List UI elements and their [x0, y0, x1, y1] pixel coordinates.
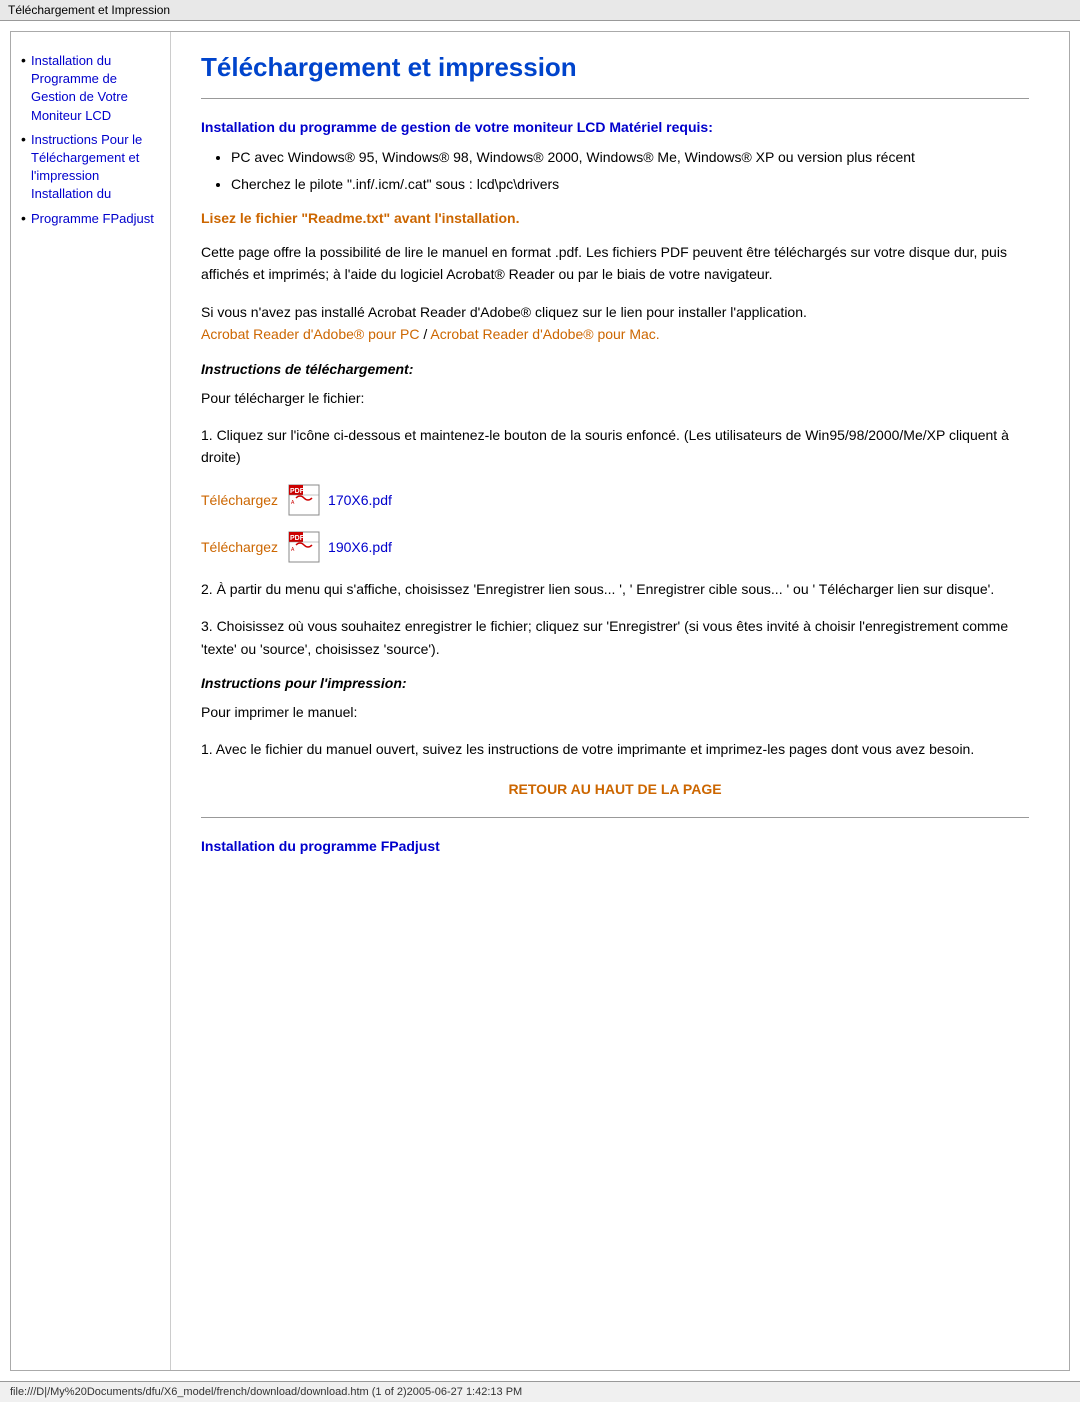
- download2-filename[interactable]: 190X6.pdf: [328, 539, 392, 555]
- print-step1: 1. Avec le fichier du manuel ouvert, sui…: [201, 738, 1029, 760]
- main-wrapper: Installation du Programme de Gestion de …: [10, 31, 1070, 1371]
- main-content: Téléchargement et impression Installatio…: [171, 32, 1069, 1370]
- body-paragraph-2: Si vous n'avez pas installé Acrobat Read…: [201, 301, 1029, 346]
- pdf-icon-1: PDF A: [288, 484, 320, 516]
- download-instructions-heading: Instructions de téléchargement:: [201, 361, 1029, 377]
- divider-top: [201, 98, 1029, 99]
- requirement-item-2: Cherchez le pilote ".inf/.icm/.cat" sous…: [231, 174, 1029, 195]
- print-instructions-heading: Instructions pour l'impression:: [201, 675, 1029, 691]
- download-row-1: Téléchargez PDF A 170X6.pdf: [201, 484, 1029, 516]
- svg-text:PDF: PDF: [290, 535, 305, 542]
- requirement-item-1: PC avec Windows® 95, Windows® 98, Window…: [231, 147, 1029, 168]
- bottom-section-heading: Installation du programme FPadjust: [201, 838, 1029, 854]
- sidebar-link-instructions[interactable]: Instructions Pour le Téléchargement et l…: [31, 132, 142, 202]
- retour-link[interactable]: RETOUR AU HAUT DE LA PAGE: [508, 781, 721, 797]
- sidebar-link-install[interactable]: Installation du Programme de Gestion de …: [31, 53, 128, 123]
- download2-label[interactable]: Téléchargez: [201, 539, 278, 555]
- body-paragraph-1: Cette page offre la possibilité de lire …: [201, 241, 1029, 286]
- download-intro: Pour télécharger le fichier:: [201, 387, 1029, 409]
- requirements-list: PC avec Windows® 95, Windows® 98, Window…: [231, 147, 1029, 195]
- download1-filename[interactable]: 170X6.pdf: [328, 492, 392, 508]
- divider-bottom: [201, 817, 1029, 818]
- section1-heading: Installation du programme de gestion de …: [201, 119, 1029, 135]
- sidebar-item-2: Instructions Pour le Téléchargement et l…: [21, 131, 160, 204]
- retour-section: RETOUR AU HAUT DE LA PAGE: [201, 781, 1029, 797]
- svg-text:PDF: PDF: [290, 488, 305, 495]
- title-bar-text: Téléchargement et Impression: [8, 3, 170, 17]
- link-acrobat-pc[interactable]: Acrobat Reader d'Adobe® pour PC: [201, 326, 419, 342]
- footer-text: file:///D|/My%20Documents/dfu/X6_model/f…: [10, 1386, 522, 1398]
- sidebar-item-1: Installation du Programme de Gestion de …: [21, 52, 160, 125]
- page-title: Téléchargement et impression: [201, 52, 1029, 83]
- sidebar: Installation du Programme de Gestion de …: [11, 32, 171, 1370]
- body-text-2: Si vous n'avez pas installé Acrobat Read…: [201, 304, 807, 320]
- sidebar-nav-list: Installation du Programme de Gestion de …: [21, 52, 160, 228]
- download-step1: 1. Cliquez sur l'icône ci-dessous et mai…: [201, 424, 1029, 469]
- print-intro: Pour imprimer le manuel:: [201, 701, 1029, 723]
- footer: file:///D|/My%20Documents/dfu/X6_model/f…: [0, 1381, 1080, 1402]
- title-bar: Téléchargement et Impression: [0, 0, 1080, 21]
- download1-label[interactable]: Téléchargez: [201, 492, 278, 508]
- download-step3: 3. Choisissez où vous souhaitez enregist…: [201, 615, 1029, 660]
- download-row-2: Téléchargez PDF A 190X6.pdf: [201, 531, 1029, 563]
- sidebar-link-fpadjust[interactable]: Programme FPadjust: [31, 211, 154, 226]
- sidebar-item-3: Programme FPadjust: [21, 210, 160, 228]
- link-separator: /: [419, 326, 430, 342]
- link-acrobat-mac[interactable]: Acrobat Reader d'Adobe® pour Mac.: [430, 326, 659, 342]
- download-step2: 2. À partir du menu qui s'affiche, chois…: [201, 578, 1029, 600]
- pdf-icon-2: PDF A: [288, 531, 320, 563]
- warning-text: Lisez le fichier "Readme.txt" avant l'in…: [201, 210, 1029, 226]
